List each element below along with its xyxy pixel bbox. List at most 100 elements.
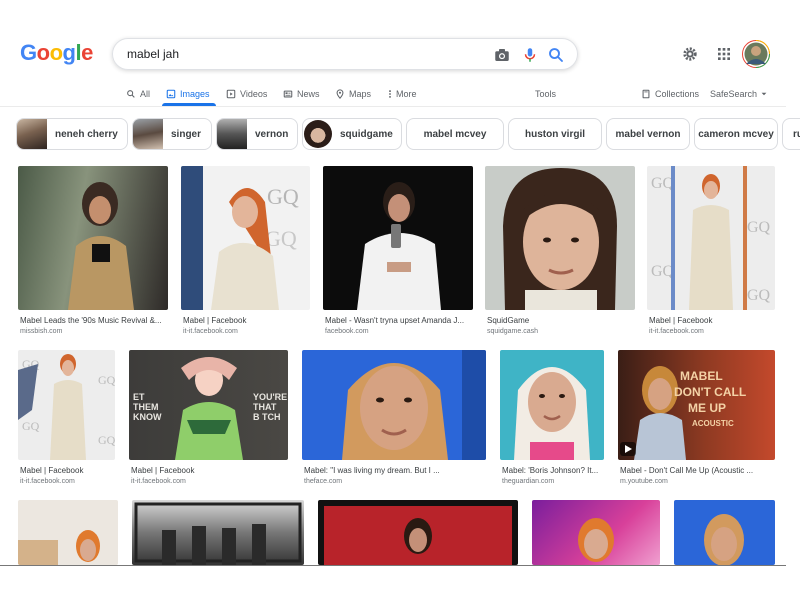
chip-cameron-mcvey[interactable]: cameron mcvey — [694, 118, 778, 150]
play-icon — [226, 89, 236, 99]
result-caption[interactable]: Mabel | Facebook — [649, 316, 777, 325]
search-input[interactable]: mabel jah — [127, 47, 179, 61]
result-tile[interactable] — [318, 500, 518, 565]
result-tile[interactable]: MABEL DON'T CALL ME UP ACOUSTIC Mabel - … — [618, 350, 775, 492]
result-caption[interactable]: Mabel | Facebook — [20, 466, 117, 475]
result-image[interactable] — [500, 350, 604, 460]
result-image[interactable] — [132, 500, 304, 565]
result-caption[interactable]: Mabel: 'Boris Johnson? It... — [502, 466, 606, 475]
result-source[interactable]: it-it.facebook.com — [131, 478, 186, 485]
chip-label: vernon — [255, 128, 289, 140]
result-tile[interactable]: Mabel: 'Boris Johnson? It... theguardian… — [500, 350, 604, 492]
result-tile[interactable]: Mabel - Wasn't tryna upset Amanda J... f… — [323, 166, 473, 342]
result-source[interactable]: missbish.com — [20, 328, 62, 335]
bottom-edge — [0, 565, 786, 566]
chip-neneh-cherry[interactable]: neneh cherry — [16, 118, 128, 150]
google-logo[interactable]: Google — [20, 40, 93, 66]
result-caption[interactable]: Mabel - Wasn't tryna upset Amanda J... — [325, 316, 475, 325]
chip-huston-virgil[interactable]: huston virgil — [508, 118, 602, 150]
tab-news[interactable]: News — [283, 82, 320, 106]
bookmark-icon — [642, 89, 650, 99]
chip-label: mabel vernon — [615, 128, 681, 140]
apps-grid-icon[interactable] — [716, 46, 732, 62]
result-source[interactable]: facebook.com — [325, 328, 369, 335]
magazine-text: THAT — [253, 402, 277, 412]
result-image[interactable] — [485, 166, 635, 310]
chip-vernon[interactable]: vernon — [216, 118, 298, 150]
result-caption[interactable]: Mabel | Facebook — [183, 316, 312, 325]
result-source[interactable]: theface.com — [304, 478, 342, 485]
result-tile[interactable] — [18, 500, 118, 565]
chip-partial[interactable]: rur — [782, 118, 800, 150]
gq-text: GQ — [98, 373, 115, 387]
chip-mabel-mcvey[interactable]: mabel mcvey — [406, 118, 504, 150]
chip-label: squidgame — [340, 128, 393, 140]
result-tile[interactable] — [674, 500, 775, 565]
tools-label: Tools — [535, 89, 557, 99]
camera-icon[interactable] — [493, 46, 511, 64]
result-tile[interactable]: Mabel Leads the '90s Music Revival &... … — [18, 166, 168, 342]
magazine-text: B TCH — [253, 412, 281, 422]
result-caption[interactable]: Mabel - Don't Call Me Up (Acoustic ... — [620, 466, 777, 475]
result-image[interactable] — [323, 166, 473, 310]
mic-icon[interactable] — [521, 46, 539, 64]
result-source[interactable]: m.youtube.com — [620, 478, 668, 485]
result-image[interactable] — [18, 166, 168, 310]
result-tile[interactable]: GQ GQ GQ GQ Mabel | Facebook it-it.faceb… — [18, 350, 115, 492]
tab-maps[interactable]: Maps — [335, 82, 371, 106]
collections-label: Collections — [655, 89, 700, 99]
chip-label: neneh cherry — [55, 128, 118, 140]
tab-all[interactable]: All — [126, 82, 150, 106]
result-source[interactable]: it-it.facebook.com — [649, 328, 704, 335]
tab-label: All — [140, 89, 151, 99]
result-source[interactable]: it-it.facebook.com — [183, 328, 238, 335]
result-caption[interactable]: Mabel: "I was living my dream. But I ... — [304, 466, 488, 475]
result-source[interactable]: theguardian.com — [502, 478, 554, 485]
chip-mabel-vernon[interactable]: mabel vernon — [606, 118, 690, 150]
avatar[interactable] — [742, 40, 770, 68]
chip-singer[interactable]: singer — [132, 118, 212, 150]
result-tile[interactable]: Mabel: "I was living my dream. But I ...… — [302, 350, 486, 492]
chip-label: huston virgil — [525, 128, 585, 140]
result-tile[interactable]: GQ GQ Mabel | Facebook it-it.facebook.co… — [181, 166, 310, 342]
tab-label: More — [396, 89, 417, 99]
chip-label: singer — [171, 128, 202, 140]
result-caption[interactable]: SquidGame — [487, 316, 637, 325]
magazine-text: THEM — [133, 402, 159, 412]
result-source[interactable]: it-it.facebook.com — [20, 478, 75, 485]
result-image[interactable]: GQ GQ GQ GQ — [18, 350, 115, 460]
result-tile[interactable]: SquidGame squidgame.cash — [485, 166, 635, 342]
result-image[interactable] — [18, 500, 118, 565]
result-image[interactable]: GQ GQ GQ GQ — [647, 166, 775, 310]
result-image[interactable]: ET THEM KNOW YOU'RE THAT B TCH — [129, 350, 288, 460]
logo-letter: g — [62, 40, 76, 65]
tab-label: Images — [180, 89, 210, 99]
tab-more[interactable]: More — [388, 82, 417, 106]
result-tile[interactable] — [132, 500, 304, 565]
video-overlay-text: MABEL — [680, 369, 723, 383]
collections-button[interactable]: Collections — [641, 82, 699, 106]
result-tile[interactable] — [532, 500, 660, 565]
result-image[interactable] — [674, 500, 775, 565]
tab-videos[interactable]: Videos — [226, 82, 267, 106]
result-tile[interactable]: ET THEM KNOW YOU'RE THAT B TCH Mabel | F… — [129, 350, 288, 492]
result-tile[interactable]: GQ GQ GQ GQ Mabel | Facebook it-it.faceb… — [647, 166, 775, 342]
result-caption[interactable]: Mabel | Facebook — [131, 466, 290, 475]
result-image[interactable] — [318, 500, 518, 565]
more-vertical-icon — [389, 90, 391, 98]
result-image[interactable]: MABEL DON'T CALL ME UP ACOUSTIC — [618, 350, 775, 460]
result-image[interactable] — [532, 500, 660, 565]
gear-icon[interactable] — [682, 46, 698, 62]
search-icon[interactable] — [547, 46, 565, 64]
search-icon — [127, 90, 135, 98]
safesearch-button[interactable]: SafeSearch — [710, 82, 767, 106]
tools-button[interactable]: Tools — [535, 82, 556, 106]
gq-text: GQ — [22, 419, 40, 433]
result-caption[interactable]: Mabel Leads the '90s Music Revival &... — [20, 316, 170, 325]
result-image[interactable]: GQ GQ — [181, 166, 310, 310]
search-box[interactable]: mabel jah — [112, 38, 578, 70]
logo-letter: o — [36, 40, 50, 65]
result-source[interactable]: squidgame.cash — [487, 328, 538, 335]
chip-squidgame[interactable]: squidgame — [302, 118, 402, 150]
result-image[interactable] — [302, 350, 486, 460]
